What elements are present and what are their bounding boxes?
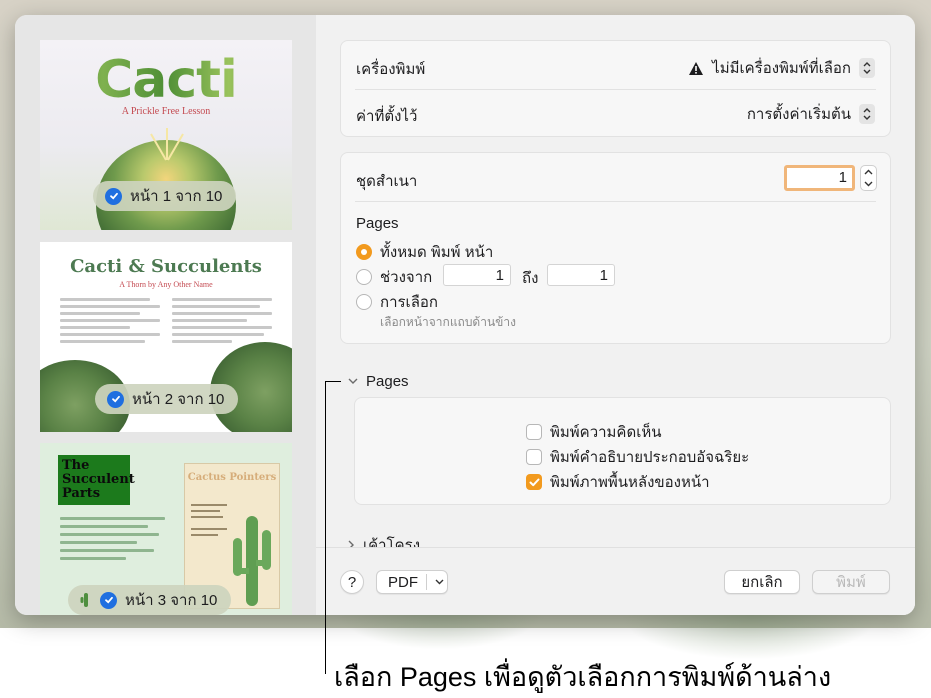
dialog-footer: ? PDF ยกเลิก พิมพ์: [316, 547, 915, 615]
range-to-label: ถึง: [522, 270, 539, 287]
print-dialog: Cacti A Prickle Free Lesson หน้า 1 จาก 1…: [15, 15, 915, 615]
presets-popup[interactable]: การตั้งค่าเริ่มต้น: [747, 102, 875, 126]
page-badge-label: หน้า 2 จาก 10: [132, 391, 225, 408]
printer-card: เครื่องพิมพ์ ไม่มีเครื่องพิมพ์ที่เลือก ค…: [340, 40, 891, 137]
range-from-input[interactable]: 1: [443, 264, 511, 286]
thumb-title: The Succulent Parts: [58, 455, 135, 505]
popup-arrows-icon: [859, 104, 875, 124]
print-comments-label: พิมพ์ความคิดเห็น: [550, 424, 662, 441]
print-background-option[interactable]: พิมพ์ภาพพื้นหลังของหน้า: [526, 470, 710, 494]
chevron-up-icon[interactable]: [864, 169, 873, 175]
radio-selected[interactable]: [356, 244, 372, 260]
page-badge[interactable]: หน้า 1 จาก 10: [93, 181, 237, 211]
cancel-button[interactable]: ยกเลิก: [724, 570, 800, 594]
card-text: [191, 504, 227, 540]
checkmark-icon: [107, 390, 124, 408]
print-background-label: พิมพ์ภาพพื้นหลังของหน้า: [550, 474, 710, 491]
copies-pages-card: ชุดสำเนา 1 Pages ทั้งหมด พิมพ์ หน้า ช่วง…: [340, 152, 891, 344]
pages-selection-option[interactable]: การเลือก: [356, 290, 438, 314]
print-options-panel: เครื่องพิมพ์ ไม่มีเครื่องพิมพ์ที่เลือก ค…: [316, 15, 915, 615]
pages-section-title: Pages: [366, 373, 409, 390]
pages-all-option[interactable]: ทั้งหมด พิมพ์ หน้า: [356, 240, 493, 264]
divider: [355, 201, 876, 202]
printer-value: ไม่มีเครื่องพิมพ์ที่เลือก: [712, 60, 851, 77]
thumb-title: Cacti & Succulents: [70, 256, 262, 277]
checkbox-unchecked[interactable]: [526, 424, 542, 440]
copies-stepper[interactable]: [860, 165, 877, 191]
print-button[interactable]: พิมพ์: [812, 570, 890, 594]
thumb-title: Cacti: [40, 50, 292, 110]
page-thumbnail-1[interactable]: Cacti A Prickle Free Lesson หน้า 1 จาก 1…: [40, 40, 292, 230]
page-badge-label: หน้า 3 จาก 10: [125, 592, 218, 609]
card-title: Cactus Pointers: [187, 472, 277, 483]
printer-popup[interactable]: ไม่มีเครื่องพิมพ์ที่เลือก: [688, 56, 875, 80]
printer-label: เครื่องพิมพ์: [356, 61, 426, 78]
pages-range-label: ช่วงจาก: [380, 269, 433, 286]
popup-arrows-icon: [859, 58, 875, 78]
chevron-down-icon: [348, 378, 358, 384]
callout-caption: เลือก Pages เพื่อดูตัวเลือกการพิมพ์ด้านล…: [334, 662, 832, 692]
pages-section-header[interactable]: Pages: [348, 373, 409, 390]
cactus-spine: [166, 128, 168, 160]
pages-range-heading: Pages: [356, 215, 399, 232]
checkmark-icon: [105, 187, 122, 205]
cactus-icon: [80, 593, 88, 607]
radio-unselected[interactable]: [356, 294, 372, 310]
callout-tick: [325, 381, 341, 382]
pages-selection-label: การเลือก: [380, 294, 438, 311]
copies-input[interactable]: 1: [784, 165, 855, 191]
page-badge[interactable]: หน้า 2 จาก 10: [95, 384, 239, 414]
print-comments-option[interactable]: พิมพ์ความคิดเห็น: [526, 420, 661, 444]
page-thumbnail-2[interactable]: Cacti & Succulents A Thorn by Any Other …: [40, 242, 292, 432]
body-text-column: [172, 298, 272, 347]
body-text-column: [60, 298, 160, 347]
page-badge-label: หน้า 1 จาก 10: [130, 188, 223, 205]
copies-label: ชุดสำเนา: [356, 173, 418, 190]
checkmark-icon: [100, 591, 117, 609]
thumb-subtitle: A Thorn by Any Other Name: [119, 280, 213, 289]
pages-range-option[interactable]: ช่วงจาก: [356, 265, 432, 289]
divider: [355, 89, 876, 90]
checkbox-checked[interactable]: [526, 474, 542, 490]
help-button[interactable]: ?: [340, 570, 364, 594]
print-smart-annotations-option[interactable]: พิมพ์คำอธิบายประกอบอัจฉริยะ: [526, 445, 749, 469]
presets-label: ค่าที่ตั้งไว้: [356, 108, 418, 125]
chevron-down-icon[interactable]: [864, 181, 873, 187]
checkbox-unchecked[interactable]: [526, 449, 542, 465]
radio-unselected[interactable]: [356, 269, 372, 285]
pdf-label: PDF: [388, 573, 418, 591]
chevron-down-icon: [435, 579, 444, 585]
print-smart-annotations-label: พิมพ์คำอธิบายประกอบอัจฉริยะ: [550, 449, 750, 466]
pages-options-card: พิมพ์ความคิดเห็น พิมพ์คำอธิบายประกอบอัจฉ…: [354, 397, 891, 505]
callout-line: [325, 381, 326, 674]
selection-hint: เลือกหน้าจากแถบด้านข้าง: [380, 315, 516, 329]
pdf-menu-button[interactable]: PDF: [376, 570, 448, 594]
page-thumbnail-3[interactable]: The Succulent Parts Cactus Pointers หน้า…: [40, 443, 292, 615]
thumbnail-sidebar[interactable]: Cacti A Prickle Free Lesson หน้า 1 จาก 1…: [15, 15, 316, 615]
range-to-input[interactable]: 1: [547, 264, 615, 286]
presets-value: การตั้งค่าเริ่มต้น: [746, 106, 851, 123]
pages-all-label: ทั้งหมด พิมพ์ หน้า: [380, 244, 494, 261]
cactus-illustration: [233, 516, 271, 606]
divider: [426, 574, 427, 590]
page-badge[interactable]: หน้า 3 จาก 10: [68, 585, 232, 615]
thumb-subtitle: A Prickle Free Lesson: [121, 106, 211, 117]
body-text-column: [60, 517, 170, 565]
checkmark-icon: [529, 478, 539, 486]
warning-triangle-icon: [689, 61, 704, 75]
